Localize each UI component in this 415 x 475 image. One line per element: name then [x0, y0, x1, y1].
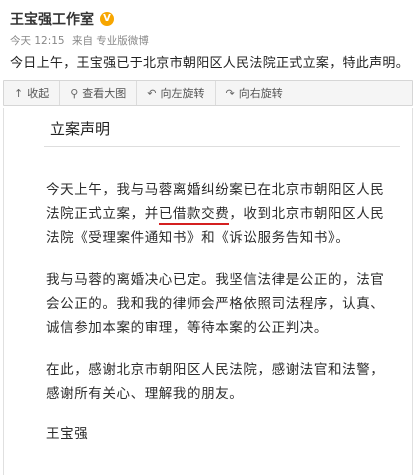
post-meta: 今天 12:15 来自 专业版微博 [10, 33, 153, 48]
rotate-left-button[interactable]: ↶ 向左旋转 [137, 81, 216, 105]
view-large-button[interactable]: ⚲ 查看大图 [60, 81, 138, 105]
statement-image[interactable]: 立案声明 今天上午，我与马蓉离婚纠纷案已在北京市朝阳区人民法院正式立案，并已借款… [3, 108, 413, 475]
rotate-right-icon: ↷ [225, 86, 235, 100]
rotate-left-icon: ↶ [147, 86, 157, 100]
collapse-label: 收起 [27, 87, 50, 100]
statement-paragraph-2: 我与马蓉的离婚决心已定。我坚信法律是公正的，法官会公正的。我和我的律师会严格依照… [46, 272, 385, 336]
image-toolbar: ↑ 收起 ⚲ 查看大图 ↶ 向左旋转 ↷ 向右旋转 [3, 80, 413, 106]
collapse-icon: ↑ [14, 86, 24, 100]
post-text: 今日上午，王宝强已于北京市朝阳区人民法院正式立案，特此声明。 [10, 56, 410, 71]
collapse-button[interactable]: ↑ 收起 [4, 81, 61, 105]
highlighted-phrase: 已借款交费 [158, 206, 230, 225]
view-large-label: 查看大图 [82, 87, 127, 100]
rotate-right-label: 向右旋转 [238, 87, 283, 100]
magnify-icon: ⚲ [70, 86, 79, 100]
author-name[interactable]: 王宝强工作室 [10, 9, 94, 29]
verified-badge-icon: V [100, 12, 114, 26]
author-row: 王宝强工作室 V [10, 8, 114, 30]
post-time[interactable]: 今天 12:15 [10, 35, 65, 47]
statement-signature: 王宝强 [46, 426, 89, 442]
statement-paragraph-3: 在此，感谢北京市朝阳区人民法院，感谢法官和法警，感谢所有关心、理解我的朋友。 [46, 362, 385, 402]
rotate-left-label: 向左旋转 [160, 87, 205, 100]
rotate-right-button[interactable]: ↷ 向右旋转 [216, 81, 293, 105]
statement-title: 立案声明 [50, 120, 111, 138]
statement-paragraph-1: 今天上午，我与马蓉离婚纠纷案已在北京市朝阳区人民法院正式立案，并已借款交费，收到… [46, 178, 396, 250]
title-divider [44, 146, 400, 147]
post-header: 王宝强工作室 V 今天 12:15 来自 专业版微博 今日上午，王宝强已于北京市… [0, 0, 415, 78]
post-source[interactable]: 来自 专业版微博 [72, 35, 149, 47]
